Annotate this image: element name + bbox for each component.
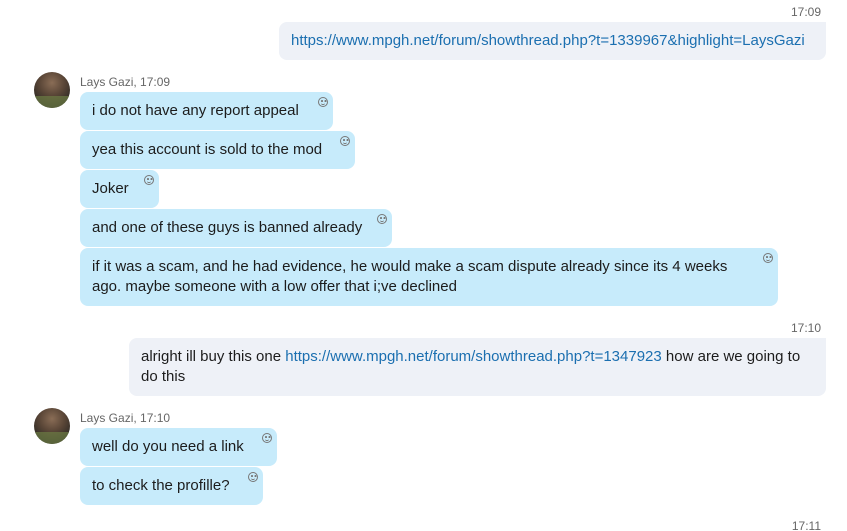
chat-conversation: 17:09 https://www.mpgh.net/forum/showthr… <box>0 0 847 531</box>
sender-meta: Lays Gazi, 17:10 <box>80 411 171 425</box>
message-link[interactable]: https://www.mpgh.net/forum/showthread.ph… <box>285 348 662 365</box>
message-text: Joker <box>92 180 129 197</box>
outgoing-message[interactable]: alright ill buy this one https://www.mpg… <box>129 338 826 396</box>
sender-name: Lays Gazi <box>80 75 134 89</box>
incoming-message[interactable]: Joker <box>80 170 159 208</box>
smiley-icon[interactable] <box>340 136 350 146</box>
incoming-message[interactable]: to check the profille? <box>80 467 263 505</box>
sender-time: 17:10 <box>140 411 171 425</box>
incoming-message[interactable]: well do you need a link <box>80 428 277 466</box>
timestamp: 17:11 <box>791 519 821 531</box>
smiley-icon[interactable] <box>144 175 154 185</box>
message-text: yea this account is sold to the mod <box>92 141 323 158</box>
incoming-message[interactable]: i do not have any report appeal <box>80 92 333 130</box>
message-text: if it was a scam, and he had evidence, h… <box>92 258 728 295</box>
message-text: alright ill buy this one <box>141 348 286 365</box>
smiley-icon[interactable] <box>377 214 387 224</box>
message-link[interactable]: https://www.mpgh.net/forum/showthread.ph… <box>291 32 805 49</box>
smiley-icon[interactable] <box>763 253 773 263</box>
outgoing-message[interactable]: https://www.mpgh.net/forum/showthread.ph… <box>279 22 826 60</box>
avatar[interactable] <box>34 408 70 444</box>
incoming-message[interactable]: if it was a scam, and he had evidence, h… <box>80 248 778 306</box>
sender-time: 17:09 <box>140 75 171 89</box>
smiley-icon[interactable] <box>318 97 328 107</box>
incoming-message[interactable]: and one of these guys is banned already <box>80 209 392 247</box>
message-text: and one of these guys is banned already <box>92 219 363 236</box>
message-text: to check the profille? <box>92 477 230 494</box>
timestamp: 17:10 <box>790 321 821 335</box>
avatar[interactable] <box>34 72 70 108</box>
timestamp: 17:09 <box>790 5 821 19</box>
sender-name: Lays Gazi <box>80 411 134 425</box>
smiley-icon[interactable] <box>248 472 258 482</box>
sender-meta: Lays Gazi, 17:09 <box>80 75 171 89</box>
message-text: i do not have any report appeal <box>92 102 299 119</box>
smiley-icon[interactable] <box>262 433 272 443</box>
incoming-message[interactable]: yea this account is sold to the mod <box>80 131 355 169</box>
message-text: well do you need a link <box>92 438 244 455</box>
